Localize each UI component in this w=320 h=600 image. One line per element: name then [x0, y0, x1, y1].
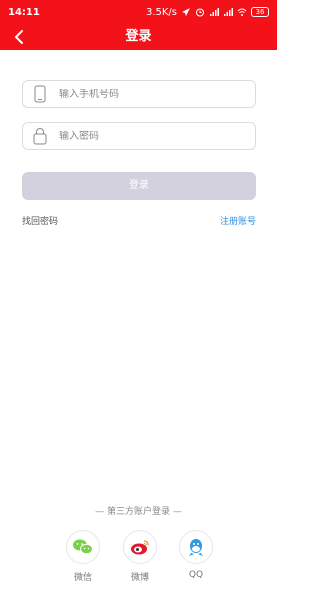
status-time: 14:11 [8, 6, 40, 18]
status-icons: 3.5K/s 36 [146, 7, 269, 18]
qq-icon[interactable] [179, 530, 213, 564]
location-icon [182, 8, 190, 16]
net-speed: 3.5K/s [145, 6, 177, 18]
qq-login[interactable]: QQ [178, 530, 214, 580]
wechat-label: 微信 [73, 573, 92, 583]
login-button[interactable]: 登录 [22, 172, 256, 200]
signal-icon [210, 8, 219, 16]
weibo-login[interactable]: 微博 [122, 530, 158, 583]
phone-icon [27, 81, 53, 107]
weibo-icon[interactable] [123, 530, 157, 564]
alarm-icon [196, 8, 204, 17]
password-field[interactable] [22, 122, 256, 150]
top-header: 登录 [0, 24, 277, 50]
qq-label: QQ [188, 570, 204, 580]
password-input[interactable] [53, 130, 255, 142]
page-title: 登录 [125, 29, 152, 44]
login-screen: 14:11 3.5K/s 36 登录 输入手机号码 登录 找回密码 注册账号 —… [0, 0, 277, 600]
wifi-icon [237, 8, 247, 16]
register-link[interactable]: 注册账号 [220, 214, 256, 227]
lock-icon [27, 123, 53, 149]
weibo-label: 微博 [130, 573, 149, 583]
signal-icon-2 [224, 8, 233, 16]
phone-field[interactable] [22, 80, 256, 108]
battery-icon: 36 [251, 7, 269, 17]
third-party-title: — 第三方账户登录 — [95, 507, 182, 517]
wechat-icon[interactable] [66, 530, 100, 564]
status-bar: 14:11 3.5K/s 36 [0, 0, 277, 24]
phone-input[interactable] [53, 88, 255, 100]
battery-level: 36 [255, 8, 265, 16]
forgot-password-link[interactable]: 找回密码 [22, 214, 58, 227]
wechat-login[interactable]: 微信 [65, 530, 101, 583]
